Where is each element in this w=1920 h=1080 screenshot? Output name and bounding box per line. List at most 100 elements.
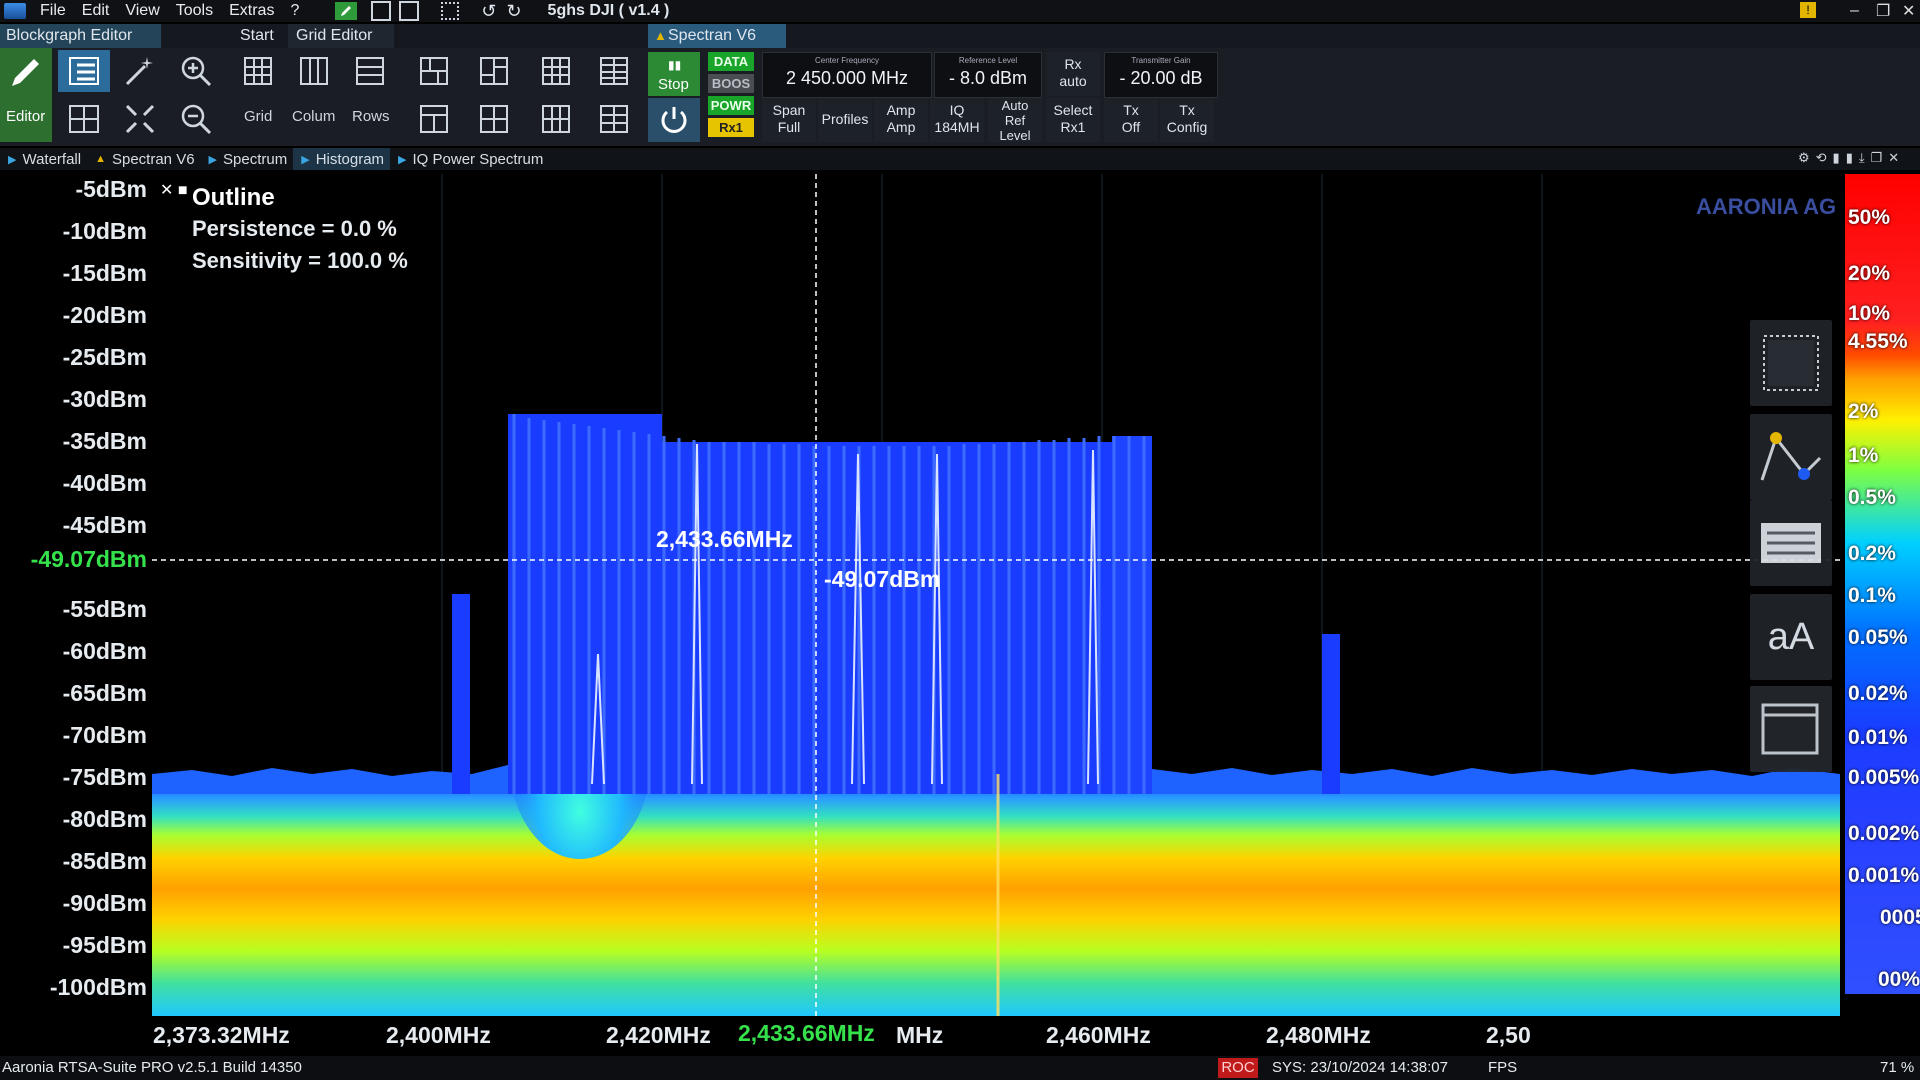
- selection-tool-button[interactable]: [1750, 320, 1832, 406]
- scale-label: 10%: [1848, 302, 1891, 325]
- table-tool-button[interactable]: [1750, 500, 1832, 586]
- tab-blockgraph-editor[interactable]: Blockgraph Editor: [0, 24, 161, 48]
- tab-grid-editor[interactable]: Grid Editor: [288, 24, 394, 48]
- scale-label: 0005: [1880, 906, 1920, 929]
- grid-button[interactable]: [232, 50, 284, 92]
- legend-close-icon[interactable]: ✕ ■: [160, 180, 188, 200]
- center-frequency-field[interactable]: Center Frequency 2 450.000 MHz: [762, 52, 932, 98]
- layout-icon: [420, 105, 448, 133]
- profiles-button[interactable]: Profiles: [818, 98, 872, 142]
- x-tick: 2,480MHz: [1266, 1022, 1371, 1048]
- tab-waterfall-label: Waterfall: [22, 150, 82, 168]
- version-label: Aaronia RTSA-Suite PRO v2.5.1 Build 1435…: [2, 1059, 302, 1076]
- redo-icon[interactable]: ↻: [506, 1, 521, 22]
- font-size-button[interactable]: aA: [1750, 594, 1832, 680]
- minimize-icon[interactable]: –: [1842, 2, 1867, 20]
- tab-waterfall[interactable]: ▶ Waterfall: [0, 148, 87, 170]
- layout-button-5[interactable]: [530, 50, 582, 92]
- tab-iq-power-spectrum[interactable]: ▶ IQ Power Spectrum: [390, 148, 549, 170]
- amp-button[interactable]: Amp Amp: [874, 98, 928, 142]
- play-icon: ▶: [208, 153, 218, 166]
- iq-label: IQ: [949, 102, 965, 118]
- boost-flag: BOOS: [708, 74, 754, 93]
- iq-button[interactable]: IQ 184MH: [930, 98, 984, 142]
- y-tick: -40dBm: [62, 470, 147, 496]
- histogram-canvas: [152, 174, 1840, 1016]
- menu-bar: File Edit View Tools Extras ? ↺ ↻ 5ghs D…: [0, 0, 1920, 22]
- pane-tab-bar: ▶ Waterfall ▲ Spectran V6 ▶ Spectrum ▶ Histo…: [0, 148, 1920, 170]
- layout-button-7[interactable]: [588, 50, 640, 92]
- tab-spectran-v6-pane[interactable]: ▲ Spectran V6: [87, 148, 200, 170]
- noise-floor-band: [152, 784, 1840, 1016]
- magic-wand-button[interactable]: [114, 50, 166, 92]
- y-tick: -55dBm: [62, 596, 147, 622]
- list-mode-button[interactable]: [58, 50, 110, 92]
- tab-spectrum[interactable]: ▶ Spectrum: [201, 148, 294, 170]
- columns-button[interactable]: [288, 50, 340, 92]
- center-frequency-caption: Center Frequency: [814, 56, 880, 65]
- rx-value: auto: [1059, 73, 1087, 89]
- reference-level-field[interactable]: Reference Level - 8.0 dBm: [934, 52, 1042, 98]
- editor-button[interactable]: Editor: [0, 48, 52, 142]
- transmitter-gain-field[interactable]: Transmitter Gain - 20.00 dB: [1104, 52, 1218, 98]
- marker-tool-button[interactable]: [1750, 414, 1832, 500]
- menu-edit[interactable]: Edit: [74, 2, 118, 20]
- layout-button-4[interactable]: [468, 98, 520, 140]
- selection-icon: [1763, 335, 1819, 391]
- layout-button-6[interactable]: [530, 98, 582, 140]
- tab-histogram-label: Histogram: [315, 150, 385, 168]
- zoom-out-button[interactable]: [170, 98, 222, 140]
- close-icon[interactable]: ✕: [1894, 1, 1920, 21]
- auto-ref-level-button[interactable]: Auto Ref Level: [988, 98, 1042, 143]
- span-full-button[interactable]: Span Full: [762, 98, 816, 142]
- editor-label: Editor: [6, 108, 46, 125]
- x-tick: 2,420MHz: [606, 1022, 711, 1048]
- tx-off-button[interactable]: Tx Off: [1104, 98, 1158, 142]
- zoom-in-button[interactable]: [170, 50, 222, 92]
- select-rx1-button[interactable]: Select Rx1: [1046, 98, 1100, 142]
- layout-button-2[interactable]: [408, 98, 460, 140]
- list-view-icon[interactable]: [371, 1, 392, 21]
- power-button[interactable]: [648, 98, 700, 142]
- tx-config-button[interactable]: Tx Config: [1160, 98, 1214, 142]
- undo-icon[interactable]: ↺: [481, 1, 496, 22]
- layout-icon: [600, 57, 628, 85]
- table-button[interactable]: [58, 98, 110, 140]
- menu-tools[interactable]: Tools: [168, 2, 221, 20]
- grid-view-icon[interactable]: [399, 1, 420, 21]
- rx-auto-button[interactable]: Rx auto: [1046, 52, 1100, 96]
- pencil-icon[interactable]: [335, 2, 358, 20]
- tab-iq-power-label: IQ Power Spectrum: [412, 150, 544, 168]
- layout-button-1[interactable]: [408, 50, 460, 92]
- tx-label: Tx: [1123, 102, 1139, 118]
- tab-spectrum-label: Spectrum: [223, 150, 288, 168]
- marker-level-label: -49.07dBm: [824, 566, 941, 592]
- y-marker-tick: -49.07dBm: [30, 546, 147, 572]
- layout-icon: [600, 105, 628, 133]
- tab-spectran-v6[interactable]: ▲ Spectran V6: [648, 24, 786, 48]
- histogram-plot[interactable]: [152, 174, 1840, 1016]
- collapse-button[interactable]: [114, 98, 166, 140]
- persistence-label: Persistence = 0.0 %: [192, 216, 397, 241]
- span-label: Span: [772, 102, 806, 118]
- menu-file[interactable]: File: [32, 2, 74, 20]
- data-table-icon: [1761, 523, 1821, 563]
- menu-extras[interactable]: Extras: [221, 2, 282, 20]
- rows-button[interactable]: [344, 50, 396, 92]
- warning-icon: ▲: [95, 153, 106, 165]
- play-icon: ▶: [8, 153, 17, 166]
- tab-start[interactable]: Start: [240, 24, 274, 48]
- y-tick: -95dBm: [62, 932, 147, 958]
- y-tick: -15dBm: [62, 260, 147, 286]
- pane-controls[interactable]: ⚙⟲▮▮⤓❐✕: [1798, 150, 1905, 166]
- layers-tool-button[interactable]: [1750, 686, 1832, 772]
- capture-icon[interactable]: [441, 2, 460, 20]
- layout-button-3[interactable]: [468, 50, 520, 92]
- warning-icon[interactable]: !: [1800, 2, 1816, 18]
- layout-button-8[interactable]: [588, 98, 640, 140]
- menu-help[interactable]: ?: [282, 2, 307, 20]
- menu-view[interactable]: View: [117, 2, 167, 20]
- pause-icon: ▮▮: [668, 58, 682, 72]
- stop-button[interactable]: ▮▮ Stop: [648, 52, 700, 96]
- tab-histogram[interactable]: ▶ Histogram: [293, 148, 391, 170]
